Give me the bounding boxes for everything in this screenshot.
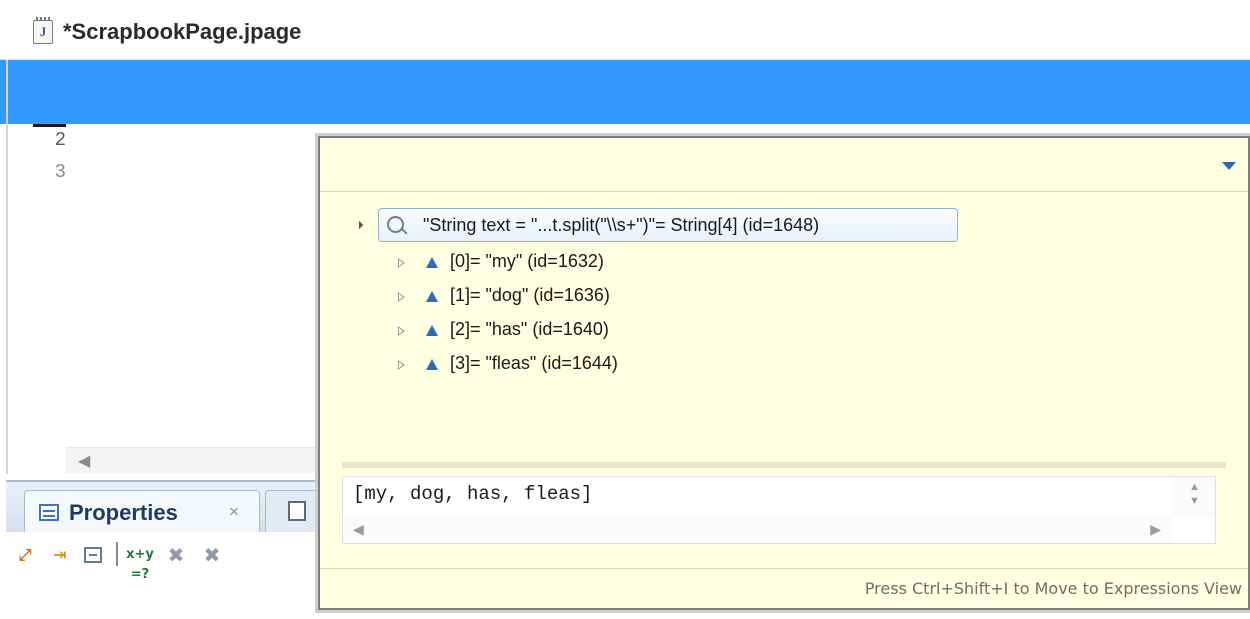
magnifier-icon bbox=[387, 216, 407, 236]
detail-horizontal-scrollbar[interactable]: ◀ ▶ bbox=[343, 517, 1173, 543]
editor-horizontal-scrollbar[interactable]: ◀ bbox=[66, 447, 326, 473]
pane-sash[interactable] bbox=[342, 462, 1226, 468]
show-categories-icon[interactable]: x+y =? bbox=[126, 545, 154, 582]
expand-toggle-icon[interactable] bbox=[398, 292, 405, 302]
tree-item-label: [2]= "has" (id=1640) bbox=[450, 319, 609, 339]
editor-title[interactable]: *ScrapbookPage.jpage bbox=[63, 19, 301, 45]
tree-item-label: [3]= "fleas" (id=1644) bbox=[450, 353, 618, 373]
tree-item[interactable]: [1]= "dog" (id=1636) bbox=[356, 282, 856, 312]
scroll-up-arrow-icon[interactable]: ▲ bbox=[1189, 481, 1200, 493]
scroll-left-arrow-icon[interactable]: ◀ bbox=[353, 521, 364, 538]
string-field-icon bbox=[426, 291, 438, 302]
status-hint-text[interactable]: Press Ctrl+Shift+I to Move to Expression… bbox=[865, 579, 1242, 598]
view-menu-icon[interactable] bbox=[1222, 162, 1236, 170]
properties-toolbar: ⤢ ⇥ x+y =? ✖ ✖ bbox=[6, 532, 324, 582]
remove-all-icon[interactable]: ✖ bbox=[198, 545, 226, 565]
tab-close-icon[interactable]: × bbox=[229, 502, 239, 522]
detail-pane[interactable]: [my, dog, has, fleas] ▲ ▼ ◀ ▶ bbox=[342, 476, 1216, 544]
tree-item[interactable]: [0]= "my" (id=1632) bbox=[356, 248, 856, 278]
tree-root-item[interactable]: "String text = "...t.split("\\s+")"= Str… bbox=[378, 208, 958, 242]
filter-icon[interactable]: ⇥ bbox=[46, 545, 74, 565]
toolbar-separator bbox=[116, 542, 118, 566]
properties-panel: Properties × ⤢ ⇥ x+y =? ✖ ✖ bbox=[6, 480, 324, 619]
properties-table-icon bbox=[39, 504, 59, 521]
scroll-left-arrow-icon[interactable]: ◀ bbox=[78, 451, 90, 471]
expand-toggle-icon[interactable] bbox=[398, 360, 405, 370]
editor-left-border bbox=[6, 60, 8, 474]
collapse-icon[interactable] bbox=[82, 545, 104, 565]
tree-root-label: "String text = "...t.split("\\s+")"= Str… bbox=[423, 215, 820, 235]
scroll-down-arrow-icon[interactable]: ▼ bbox=[1189, 495, 1200, 507]
tab-properties-label: Properties bbox=[69, 500, 178, 525]
expand-toggle-icon[interactable] bbox=[398, 258, 405, 268]
remove-icon[interactable]: ✖ bbox=[164, 545, 188, 565]
tree-item[interactable]: [3]= "fleas" (id=1644) bbox=[356, 350, 856, 380]
popup-header bbox=[320, 138, 1248, 192]
properties-tab-strip: Properties × bbox=[6, 482, 324, 532]
string-field-icon bbox=[426, 257, 438, 268]
tree-item-label: [0]= "my" (id=1632) bbox=[450, 251, 604, 271]
string-field-icon bbox=[426, 359, 438, 370]
code-line-1[interactable]: 1 String text = "my dog has fleas"; bbox=[0, 60, 1250, 151]
pin-icon[interactable]: ⤢ bbox=[12, 545, 38, 565]
tab-properties[interactable]: Properties × bbox=[24, 490, 260, 532]
detail-value-text[interactable]: [my, dog, has, fleas] bbox=[353, 483, 592, 505]
code-text[interactable]: text.split("\\s+") bbox=[68, 156, 273, 188]
detail-vertical-scrollbar[interactable]: ▲ ▼ bbox=[1173, 477, 1215, 517]
collapse-toggle-icon[interactable] bbox=[354, 220, 364, 230]
code-line-3[interactable]: 3 bbox=[0, 124, 68, 183]
scroll-right-arrow-icon[interactable]: ▶ bbox=[1150, 521, 1161, 538]
popup-status-bar: Press Ctrl+Shift+I to Move to Expression… bbox=[320, 568, 1248, 608]
line-number: 3 bbox=[54, 161, 66, 183]
java-scrapbook-file-icon: J bbox=[33, 17, 53, 44]
inspect-popup: "String text = "...t.split("\\s+")"= Str… bbox=[318, 136, 1250, 610]
code-line-2[interactable]: 2 text.split("\\s+") bbox=[0, 92, 1250, 183]
tree-item-label: [1]= "dog" (id=1636) bbox=[450, 285, 610, 305]
tab-console[interactable] bbox=[265, 490, 324, 532]
editor-tab-header: J *ScrapbookPage.jpage bbox=[0, 0, 1250, 60]
tree-item[interactable]: [2]= "has" (id=1640) bbox=[356, 316, 856, 346]
variable-tree: "String text = "...t.split("\\s+")"= Str… bbox=[354, 208, 1216, 458]
expand-toggle-icon[interactable] bbox=[398, 326, 405, 336]
string-field-icon bbox=[426, 325, 438, 336]
console-icon bbox=[288, 501, 306, 521]
